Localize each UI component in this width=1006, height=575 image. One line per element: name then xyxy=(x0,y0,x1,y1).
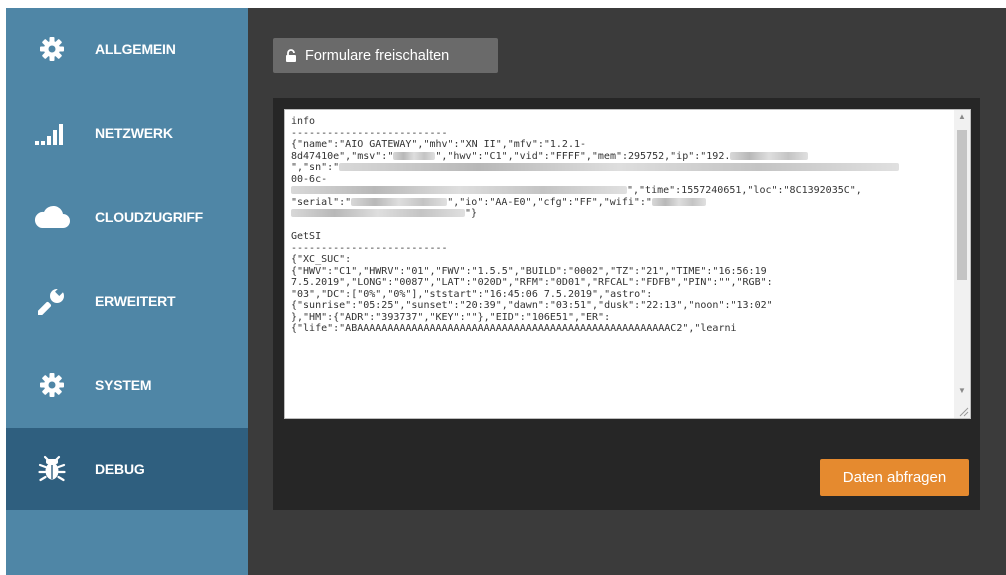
debug-output-textarea[interactable]: info -------------------------- {"name":… xyxy=(284,109,971,419)
scrollbar-thumb[interactable] xyxy=(957,130,967,280)
redacted-text xyxy=(291,186,627,194)
scroll-up-arrow-icon[interactable]: ▲ xyxy=(954,110,970,124)
sidebar-item-label: ALLGEMEIN xyxy=(95,41,176,57)
sidebar: ALLGEMEIN NETZWERK CLOUDZUGRIFF ERWEITER… xyxy=(6,8,248,575)
sidebar-item-debug[interactable]: DEBUG xyxy=(6,428,248,510)
sidebar-item-label: NETZWERK xyxy=(95,125,173,141)
redacted-text xyxy=(339,163,900,171)
unlock-forms-label: Formulare freischalten xyxy=(305,47,450,64)
fetch-data-button[interactable]: Daten abfragen xyxy=(820,459,969,496)
sidebar-item-system[interactable]: SYSTEM xyxy=(6,344,248,426)
redacted-text xyxy=(393,151,436,160)
redacted-text xyxy=(651,197,706,206)
gear-icon xyxy=(34,369,70,401)
gear-icon xyxy=(34,33,70,65)
debug-output-text: info -------------------------- {"name":… xyxy=(291,116,949,416)
sidebar-item-label: ERWEITERT xyxy=(95,293,176,309)
sidebar-item-label: DEBUG xyxy=(95,461,145,477)
scroll-down-arrow-icon[interactable]: ▼ xyxy=(954,384,970,398)
debug-panel: info -------------------------- {"name":… xyxy=(273,98,980,510)
sidebar-item-label: SYSTEM xyxy=(95,377,152,393)
signal-bars-icon xyxy=(34,117,70,149)
sidebar-item-netzwerk[interactable]: NETZWERK xyxy=(6,92,248,174)
sidebar-item-cloudzugriff[interactable]: CLOUDZUGRIFF xyxy=(6,176,248,258)
main-content: Formulare freischalten info ------------… xyxy=(248,8,1006,575)
sidebar-item-label: CLOUDZUGRIFF xyxy=(95,209,204,225)
redacted-text xyxy=(730,151,809,160)
sidebar-item-erweitert[interactable]: ERWEITERT xyxy=(6,260,248,342)
unlock-forms-button[interactable]: Formulare freischalten xyxy=(273,38,498,73)
cloud-icon xyxy=(34,201,70,233)
resize-grip-icon[interactable] xyxy=(957,405,969,417)
bug-icon xyxy=(34,453,70,485)
sidebar-item-allgemein[interactable]: ALLGEMEIN xyxy=(6,8,248,90)
redacted-text xyxy=(291,209,465,217)
wrench-icon xyxy=(34,285,70,317)
redacted-text xyxy=(351,197,448,206)
vertical-scrollbar[interactable]: ▲ ▼ xyxy=(954,110,970,418)
lock-icon xyxy=(285,49,297,62)
